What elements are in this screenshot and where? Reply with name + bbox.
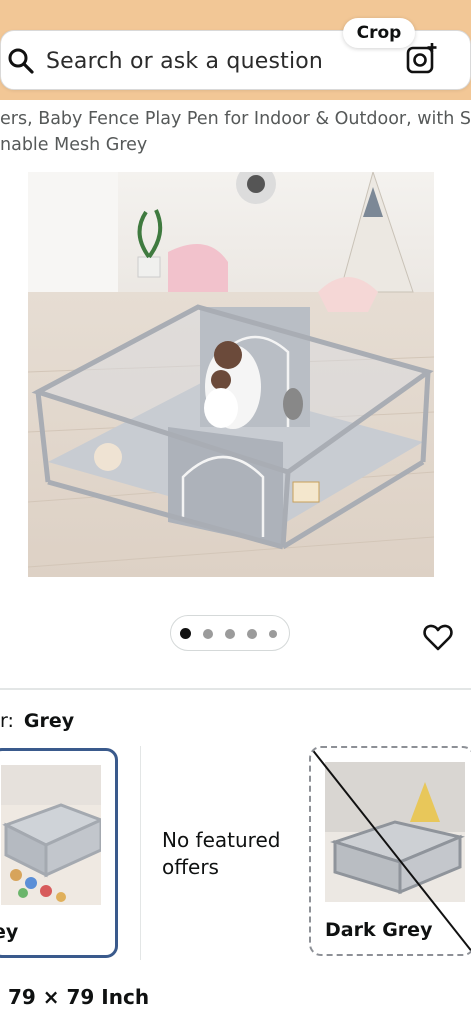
product-title-line-2: nable Mesh Grey bbox=[0, 135, 148, 155]
color-option-grey-name: ey bbox=[0, 921, 19, 943]
color-value: Grey bbox=[23, 710, 75, 732]
camera-search-icon[interactable] bbox=[405, 42, 439, 76]
image-carousel-indicator[interactable] bbox=[170, 615, 290, 651]
carousel-dot-3[interactable] bbox=[225, 629, 235, 639]
search-input[interactable]: Search or ask a question bbox=[46, 49, 323, 74]
variant-separator bbox=[140, 746, 141, 960]
product-image[interactable] bbox=[28, 172, 434, 577]
heart-icon[interactable] bbox=[422, 621, 454, 653]
carousel-dot-1[interactable] bbox=[180, 628, 191, 639]
color-option-grey-thumbnail bbox=[1, 765, 101, 905]
size-value: 79 × 79 Inch bbox=[8, 985, 150, 1009]
color-option-grey[interactable]: ey bbox=[0, 748, 118, 958]
unavailable-strike-icon bbox=[311, 748, 471, 953]
product-title-line-1: ers, Baby Fence Play Pen for Indoor & Ou… bbox=[0, 109, 471, 129]
carousel-dot-5[interactable] bbox=[269, 630, 277, 638]
color-label: r: bbox=[0, 710, 14, 732]
section-divider bbox=[0, 688, 471, 690]
search-icon[interactable] bbox=[7, 47, 35, 75]
no-featured-offers-text: No featured offers bbox=[162, 828, 281, 879]
color-selection-label: r: Grey bbox=[0, 710, 74, 732]
carousel-dot-4[interactable] bbox=[247, 629, 257, 639]
color-option-dark-grey[interactable]: Dark Grey bbox=[309, 746, 471, 956]
carousel-dot-2[interactable] bbox=[203, 629, 213, 639]
